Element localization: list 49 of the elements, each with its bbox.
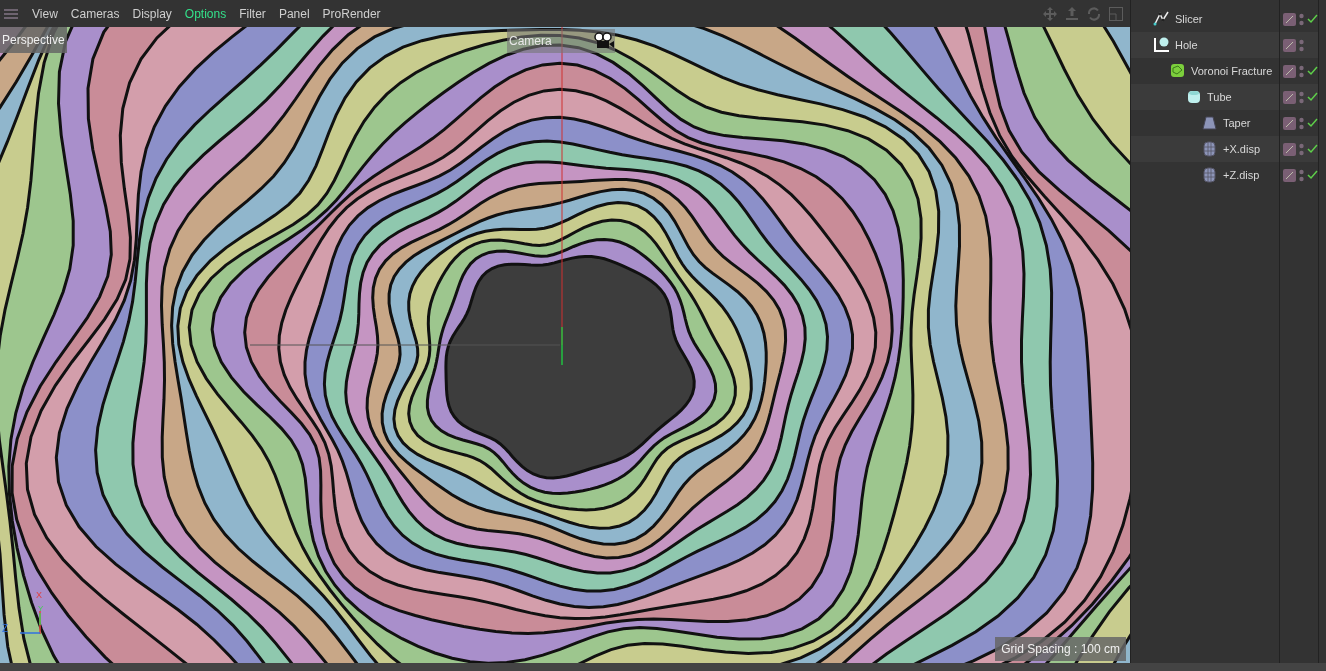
menu-item[interactable]: Cameras — [70, 4, 120, 23]
layer-icon[interactable] — [1283, 90, 1296, 104]
view-name-label: Perspective — [0, 27, 67, 53]
object-name[interactable]: Hole — [1175, 36, 1198, 54]
slicer-object-icon — [1153, 10, 1171, 28]
taper-object-icon — [1201, 114, 1219, 132]
object-name[interactable]: Taper — [1223, 114, 1251, 132]
menu-item[interactable]: Display — [132, 4, 172, 23]
grid-spacing-label: Grid Spacing : 100 cm — [995, 637, 1126, 661]
z-axis-label: Z — [2, 622, 9, 636]
visibility-dots-icon[interactable] — [1299, 142, 1304, 156]
layer-icon[interactable] — [1283, 12, 1296, 26]
tube-object-icon — [1185, 88, 1203, 106]
displacer-object-icon — [1201, 140, 1219, 158]
visibility-dots-icon[interactable] — [1299, 116, 1304, 130]
visibility-dots-icon[interactable] — [1299, 168, 1304, 182]
object-name[interactable]: Voronoi Fracture — [1191, 62, 1273, 80]
enabled-check-icon[interactable] — [1307, 66, 1318, 76]
menu-item[interactable]: View — [32, 4, 58, 23]
layer-icon[interactable] — [1283, 38, 1296, 52]
visibility-dots-icon[interactable] — [1299, 64, 1304, 78]
object-name[interactable]: Tube — [1207, 88, 1232, 106]
enabled-check-icon[interactable] — [1307, 92, 1318, 102]
enabled-check-icon[interactable] — [1307, 144, 1318, 154]
x-axis-label: X — [36, 589, 42, 602]
object-name[interactable]: Slicer — [1175, 10, 1203, 28]
enabled-check-icon[interactable] — [1307, 14, 1318, 24]
visibility-dots-icon[interactable] — [1299, 38, 1304, 52]
menu-item[interactable]: Panel — [278, 4, 310, 23]
camera-label: Camera — [509, 33, 552, 50]
fracture-object-icon — [1169, 62, 1187, 80]
axis-gizmo-icon — [20, 611, 42, 635]
object-name[interactable]: +Z.disp — [1223, 166, 1260, 184]
hole-object-icon — [1153, 36, 1171, 54]
enabled-check-icon[interactable] — [1307, 118, 1318, 128]
y-axis-label: Y — [38, 603, 44, 615]
layer-icon[interactable] — [1283, 116, 1296, 130]
layer-icon[interactable] — [1283, 142, 1296, 156]
visibility-dots-icon[interactable] — [1299, 12, 1304, 26]
layer-icon[interactable] — [1283, 168, 1296, 182]
layer-icon[interactable] — [1283, 64, 1296, 78]
visibility-dots-icon[interactable] — [1299, 90, 1304, 104]
object-name[interactable]: +X.disp — [1223, 140, 1260, 158]
menu-item[interactable]: Options — [184, 4, 227, 23]
camera-icon — [593, 32, 615, 50]
menu-item[interactable]: Filter — [239, 4, 266, 23]
enabled-check-icon[interactable] — [1307, 170, 1318, 180]
displacer-object-icon — [1201, 166, 1219, 184]
menu-item[interactable]: ProRender — [322, 4, 381, 23]
